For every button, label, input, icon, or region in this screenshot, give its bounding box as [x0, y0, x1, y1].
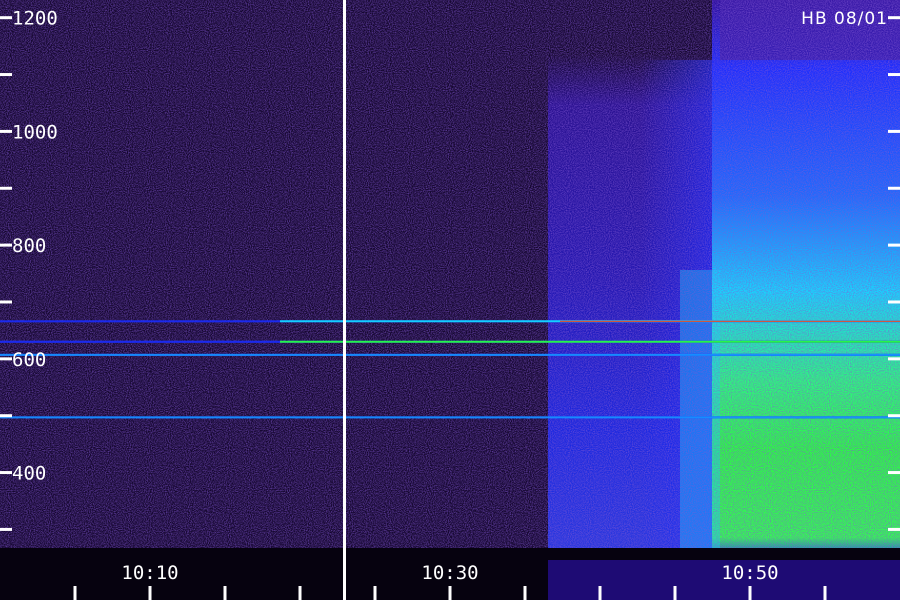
y-tick-left	[0, 527, 12, 531]
x-tick	[298, 586, 302, 600]
x-tick	[373, 586, 377, 600]
y-tick-left	[0, 300, 12, 304]
y-tick-right	[888, 414, 900, 418]
annotation-label: HB 08/01	[801, 9, 888, 29]
x-tick	[598, 586, 602, 600]
y-tick-left	[0, 129, 12, 133]
y-tick-right	[888, 186, 900, 190]
y-tick-right	[888, 243, 900, 247]
x-tick-label: 10:30	[421, 562, 478, 584]
y-tick-label: 1200	[12, 8, 58, 30]
x-tick	[673, 586, 677, 600]
y-tick-label: 600	[12, 349, 46, 371]
x-tick-label: 10:50	[721, 562, 778, 584]
y-tick-label: 800	[12, 235, 46, 257]
y-tick-left	[0, 16, 12, 20]
spectrogram-figure: 400 600 800 1000 1200 10:10 10:30 10:50 HB 08/0…	[0, 0, 900, 600]
x-tick-label: 10:10	[121, 562, 178, 584]
y-tick-label: 400	[12, 463, 46, 485]
y-tick-right	[888, 357, 900, 361]
time-marker-line	[343, 0, 346, 600]
y-tick-left	[0, 357, 12, 361]
y-tick-right	[888, 527, 900, 531]
spectrogram-plot: 400 600 800 1000 1200 10:10 10:30 10:50 HB 08/0…	[0, 0, 900, 600]
x-tick	[73, 586, 77, 600]
x-tick	[448, 586, 452, 600]
x-tick	[823, 586, 827, 600]
y-tick-left	[0, 471, 12, 475]
noise-texture	[0, 0, 900, 560]
y-tick-right	[888, 73, 900, 77]
y-tick-right	[888, 16, 900, 20]
y-tick-left	[0, 186, 12, 190]
x-tick	[523, 586, 527, 600]
y-tick-right	[888, 129, 900, 133]
y-tick-left	[0, 73, 12, 77]
y-tick-label: 1000	[12, 121, 58, 143]
y-tick-right	[888, 471, 900, 475]
y-tick-left	[0, 414, 12, 418]
x-tick	[748, 586, 752, 600]
x-tick	[148, 586, 152, 600]
y-tick-right	[888, 300, 900, 304]
x-tick	[223, 586, 227, 600]
y-tick-left	[0, 243, 12, 247]
